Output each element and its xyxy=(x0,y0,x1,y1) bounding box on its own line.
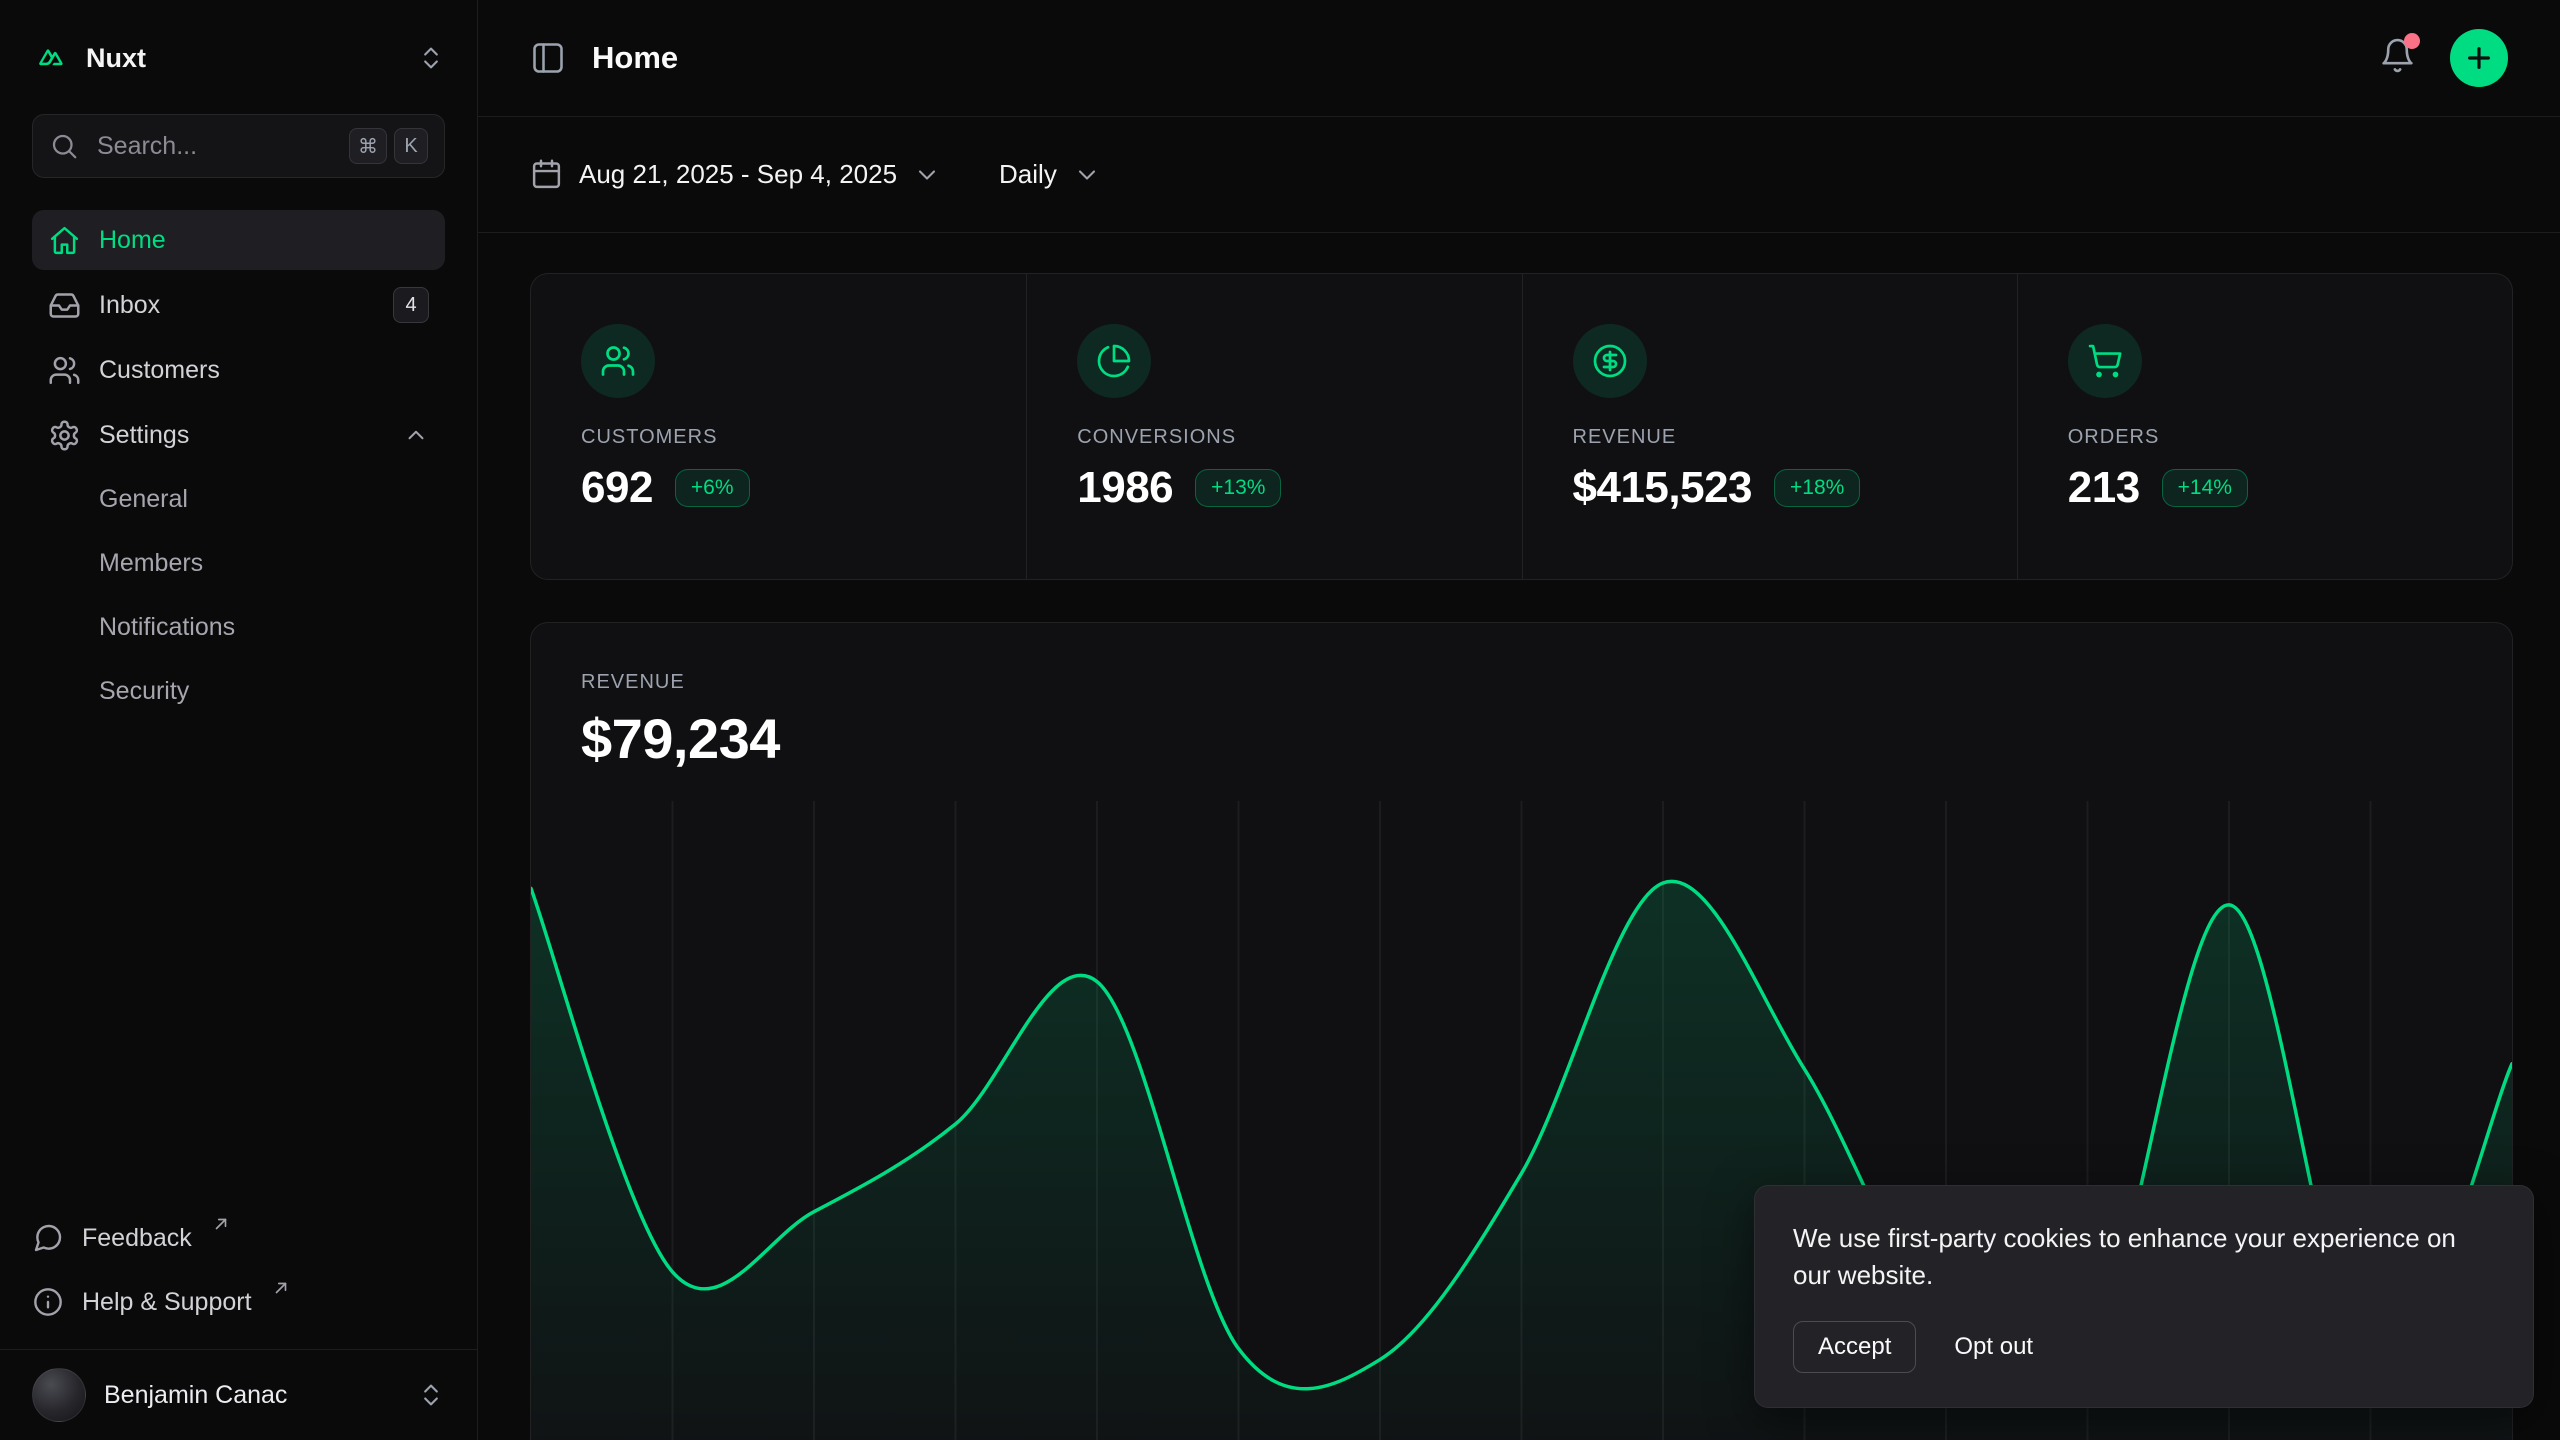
cookie-optout-button[interactable]: Opt out xyxy=(1954,1333,2033,1361)
sidebar-item-label: General xyxy=(99,485,188,514)
stat-card-revenue: REVENUE $415,523 +18% xyxy=(1522,274,2017,579)
sidebar-item-label: Customers xyxy=(99,356,220,385)
inbox-count-badge: 4 xyxy=(393,287,429,323)
stat-card-conversions: CONVERSIONS 1986 +13% xyxy=(1026,274,1521,579)
sidebar-toggle-icon[interactable] xyxy=(530,40,566,76)
sidebar-item-general[interactable]: General xyxy=(32,470,445,529)
stat-value: 692 xyxy=(581,463,653,513)
sidebar: Nuxt ⌘ K Home Inbox 4 xyxy=(0,0,478,1440)
external-link-icon xyxy=(272,1279,290,1297)
sidebar-item-settings[interactable]: Settings xyxy=(32,405,445,465)
stat-change-badge: +13% xyxy=(1195,469,1281,507)
info-circle-icon xyxy=(32,1286,64,1318)
pie-chart-icon xyxy=(1077,324,1151,398)
sidebar-item-label: Notifications xyxy=(99,613,235,642)
settings-subnav: General Members Notifications Security xyxy=(32,470,445,721)
chevron-down-icon xyxy=(1073,161,1101,189)
user-name: Benjamin Canac xyxy=(104,1381,399,1410)
user-menu[interactable]: Benjamin Canac xyxy=(0,1349,477,1440)
search-shortcut: ⌘ K xyxy=(349,128,428,164)
page-header: Home xyxy=(478,0,2560,117)
feedback-link[interactable]: Feedback xyxy=(32,1209,445,1267)
page-title: Home xyxy=(592,40,678,76)
cart-icon xyxy=(2068,324,2142,398)
notification-dot xyxy=(2404,33,2420,49)
sidebar-item-label: Security xyxy=(99,677,189,706)
revenue-chart-value: $79,234 xyxy=(581,706,2462,771)
sidebar-item-security[interactable]: Security xyxy=(32,662,445,721)
sidebar-item-members[interactable]: Members xyxy=(32,534,445,593)
kbd-k: K xyxy=(394,128,428,164)
stat-label: CUSTOMERS xyxy=(581,426,976,449)
workspace-switcher[interactable]: Nuxt xyxy=(32,34,445,82)
search-input[interactable] xyxy=(95,131,333,162)
granularity-label: Daily xyxy=(999,159,1057,190)
feedback-label: Feedback xyxy=(82,1224,192,1253)
sidebar-item-home[interactable]: Home xyxy=(32,210,445,270)
stat-value: $415,523 xyxy=(1573,463,1753,513)
stat-change-badge: +6% xyxy=(675,469,750,507)
stat-change-badge: +14% xyxy=(2162,469,2248,507)
stat-card-orders: ORDERS 213 +14% xyxy=(2017,274,2512,579)
sidebar-item-inbox[interactable]: Inbox 4 xyxy=(32,275,445,335)
external-link-icon xyxy=(212,1215,230,1233)
sidebar-item-label: Inbox xyxy=(99,291,160,320)
stat-card-customers: CUSTOMERS 692 +6% xyxy=(531,274,1026,579)
cookie-accept-button[interactable]: Accept xyxy=(1793,1321,1916,1373)
dollar-circle-icon xyxy=(1573,324,1647,398)
granularity-select[interactable]: Daily xyxy=(999,159,1101,190)
sidebar-footer: Feedback Help & Support xyxy=(32,1209,445,1349)
filter-toolbar: Aug 21, 2025 - Sep 4, 2025 Daily xyxy=(478,117,2560,233)
stats-row: CUSTOMERS 692 +6% CONVERSIONS 1986 +13% xyxy=(530,273,2513,580)
gear-icon xyxy=(48,419,81,452)
chevron-down-icon xyxy=(913,161,941,189)
nuxt-logo-icon xyxy=(32,45,70,71)
help-support-link[interactable]: Help & Support xyxy=(32,1273,445,1331)
stat-value: 1986 xyxy=(1077,463,1173,513)
notifications-button[interactable] xyxy=(2375,33,2420,83)
date-range-picker[interactable]: Aug 21, 2025 - Sep 4, 2025 xyxy=(530,158,941,191)
cookie-banner: We use first-party cookies to enhance yo… xyxy=(1754,1185,2534,1408)
stat-label: REVENUE xyxy=(1573,426,1967,449)
sidebar-nav: Home Inbox 4 Customers Settings xyxy=(32,210,445,721)
home-icon xyxy=(48,224,81,257)
sidebar-item-label: Members xyxy=(99,549,203,578)
workspace-name: Nuxt xyxy=(86,43,401,74)
users-icon xyxy=(581,324,655,398)
date-range-label: Aug 21, 2025 - Sep 4, 2025 xyxy=(579,159,897,190)
add-button[interactable] xyxy=(2450,29,2508,87)
search-icon xyxy=(49,131,79,161)
calendar-icon xyxy=(530,158,563,191)
inbox-icon xyxy=(48,289,81,322)
revenue-chart-label: REVENUE xyxy=(581,671,2462,694)
search-bar[interactable]: ⌘ K xyxy=(32,114,445,178)
stat-label: CONVERSIONS xyxy=(1077,426,1471,449)
chevrons-up-down-icon xyxy=(417,44,445,72)
kbd-meta: ⌘ xyxy=(349,128,387,164)
users-icon xyxy=(48,354,81,387)
sidebar-item-notifications[interactable]: Notifications xyxy=(32,598,445,657)
cookie-message: We use first-party cookies to enhance yo… xyxy=(1793,1220,2495,1295)
sidebar-item-label: Settings xyxy=(99,421,189,450)
stat-value: 213 xyxy=(2068,463,2140,513)
message-bubble-icon xyxy=(32,1222,64,1254)
chevron-up-icon xyxy=(403,422,429,448)
sidebar-item-label: Home xyxy=(99,226,166,255)
plus-icon xyxy=(2463,42,2495,74)
help-support-label: Help & Support xyxy=(82,1288,252,1317)
chevrons-up-down-icon xyxy=(417,1381,445,1409)
sidebar-item-customers[interactable]: Customers xyxy=(32,340,445,400)
stat-label: ORDERS xyxy=(2068,426,2462,449)
stat-change-badge: +18% xyxy=(1774,469,1860,507)
avatar xyxy=(32,1368,86,1422)
